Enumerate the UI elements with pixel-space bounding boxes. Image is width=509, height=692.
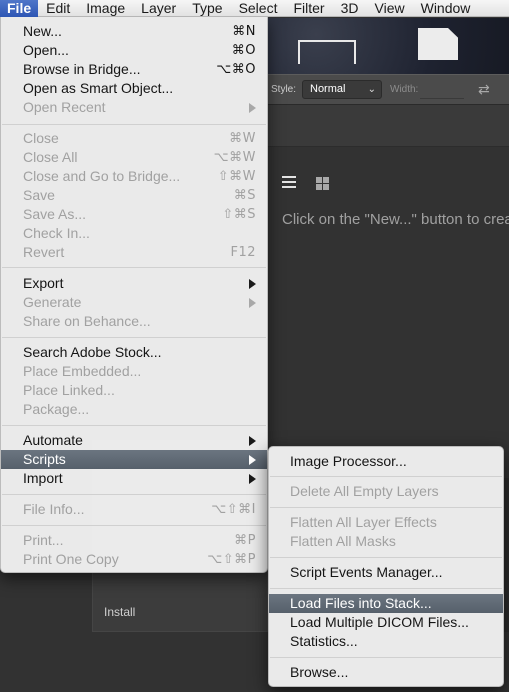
menu-layer[interactable]: Layer [133,0,184,17]
submenu-item-flatten-all-masks: Flatten All Masks [290,533,396,549]
menu-item-place-embedded: Place Embedded... [23,363,142,379]
menu-item-file-info: File Info... ⌥⇧⌘I [23,501,256,517]
menu-select[interactable]: Select [231,0,286,17]
menu-item-close: Close ⌘W [23,130,256,146]
menu-separator [2,494,266,495]
menu-separator [2,267,266,268]
submenu-arrow-icon [249,279,256,289]
list-view-icon[interactable] [282,176,296,190]
menu-filter[interactable]: Filter [285,0,332,17]
menu-item-generate: Generate [1,293,267,312]
menu-separator [2,425,266,426]
menu-item-automate[interactable]: Automate [1,431,267,450]
submenu-item-flatten-all-layer-effects: Flatten All Layer Effects [290,514,437,530]
submenu-arrow-icon [249,103,256,113]
menu-file[interactable]: File [0,0,39,17]
swap-icon[interactable]: ⇄ [478,81,490,98]
submenu-item-delete-all-empty-layers: Delete All Empty Layers [290,483,439,499]
menu-type[interactable]: Type [184,0,230,17]
menu-separator [2,124,266,125]
submenu-item-load-multiple-dicom-files[interactable]: Load Multiple DICOM Files... [269,613,503,632]
submenu-item-image-processor[interactable]: Image Processor... [269,452,503,471]
menu-view[interactable]: View [367,0,413,17]
menu-item-close-all: Close All ⌥⌘W [23,149,256,165]
menu-item-package: Package... [23,401,90,417]
submenu-arrow-icon [249,298,256,308]
menu-item-check-in: Check In... [23,225,90,241]
menu-item-new[interactable]: New... ⌘N [1,22,267,41]
file-menu: New... ⌘N Open... ⌘O Browse in Bridge... ⌥⌘… [0,17,268,573]
menu-separator [270,657,502,658]
style-label: Style: [271,84,297,95]
menu-item-print: Print... ⌘P [23,532,256,548]
menu-separator [2,525,266,526]
menu-separator [2,337,266,338]
menu-item-open[interactable]: Open... ⌘O [1,41,267,60]
width-input[interactable] [420,80,464,99]
menu-item-save-as: Save As... ⇧⌘S [23,206,256,222]
menu-item-scripts[interactable]: Scripts [1,450,267,469]
menu-item-search-adobe-stock[interactable]: Search Adobe Stock... [1,343,267,362]
menu-edit[interactable]: Edit [38,0,78,17]
menu-item-close-and-go-to-bridge: Close and Go to Bridge... ⇧⌘W [23,168,256,184]
menu-item-open-recent: Open Recent [1,98,267,117]
menu-separator [270,476,502,477]
menu-item-import[interactable]: Import [1,469,267,488]
document-preset-icon [418,28,458,60]
menu-3d[interactable]: 3D [333,0,367,17]
submenu-arrow-icon [249,474,256,484]
menu-item-browse-in-bridge[interactable]: Browse in Bridge... ⌥⌘O [1,60,267,79]
install-link[interactable]: Install [104,605,135,619]
submenu-arrow-icon [249,436,256,446]
menu-separator [270,588,502,589]
menu-item-save: Save ⌘S [23,187,256,203]
menu-item-open-as-smart-object[interactable]: Open as Smart Object... [1,79,267,98]
document-tab-strip [268,105,509,147]
menu-item-share-on-behance: Share on Behance... [23,313,151,329]
menu-bar: File Edit Image Layer Type Select Filter… [0,0,509,17]
grid-view-icon[interactable] [316,177,329,190]
options-bar: Style: Normal ⌄ Width: ⇄ [268,74,509,105]
menu-item-print-one-copy: Print One Copy ⌥⇧⌘P [23,551,256,567]
width-label: Width: [390,84,419,95]
marquee-preset-icon [298,40,356,64]
menu-image[interactable]: Image [78,0,133,17]
menu-separator [270,557,502,558]
menu-item-place-linked: Place Linked... [23,382,115,398]
submenu-arrow-icon [249,455,256,465]
start-hint-text: Click on the "New..." button to create [282,211,509,228]
style-select-value: Normal [310,83,346,95]
chevron-down-icon: ⌄ [367,84,376,95]
submenu-item-browse[interactable]: Browse... [269,663,503,682]
menu-window[interactable]: Window [413,0,479,17]
menu-separator [270,507,502,508]
submenu-item-statistics[interactable]: Statistics... [269,632,503,651]
style-select[interactable]: Normal ⌄ [302,80,382,99]
submenu-item-load-files-into-stack[interactable]: Load Files into Stack... [269,594,503,613]
menu-item-export[interactable]: Export [1,274,267,293]
menu-item-revert: Revert F12 [23,244,256,260]
scripts-submenu: Image Processor... Delete All Empty Laye… [268,446,504,687]
submenu-item-script-events-manager[interactable]: Script Events Manager... [269,563,503,582]
